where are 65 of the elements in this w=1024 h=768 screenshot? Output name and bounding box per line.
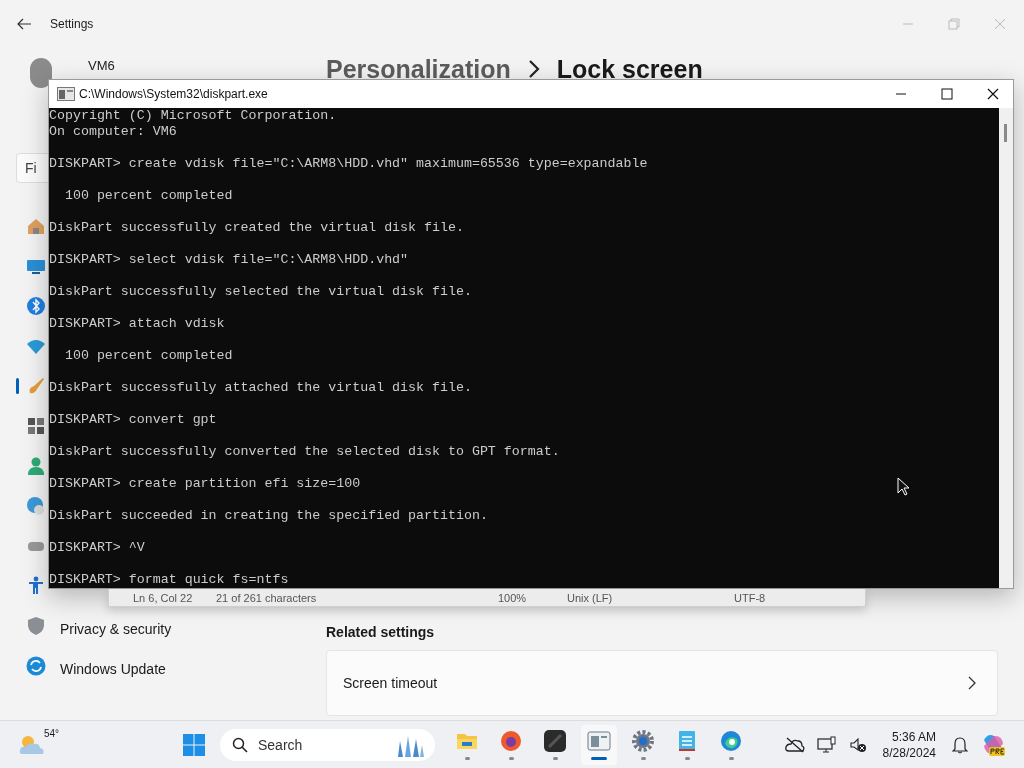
network-icon[interactable] <box>816 735 837 754</box>
edge-icon <box>719 729 743 753</box>
console-line: Copyright (C) Microsoft Corporation. <box>49 108 337 124</box>
maximize-icon[interactable] <box>941 88 953 100</box>
status-text: Unix (LF) <box>567 591 614 604</box>
console-line: 100 percent completed <box>63 188 233 204</box>
search-bar[interactable]: Search <box>220 728 435 761</box>
status-text: UTF-8 <box>734 591 766 604</box>
temperature-text: 54° <box>44 727 60 739</box>
breadcrumb-link[interactable]: Personalization <box>326 56 511 82</box>
home-icon[interactable] <box>26 216 46 236</box>
gear-icon <box>631 729 655 753</box>
close-icon[interactable] <box>987 88 999 100</box>
scrollbar[interactable] <box>999 108 1013 588</box>
search-input[interactable]: Search <box>256 735 395 754</box>
user-name: VM6 <box>88 58 115 73</box>
status-text: 100% <box>498 591 528 604</box>
console-line: DiskPart successfully converted the selected disk to GPT format. <box>49 444 560 460</box>
settings-card[interactable]: Screen timeout <box>326 650 998 716</box>
back-icon[interactable] <box>17 18 31 30</box>
chevron-icon <box>967 676 977 690</box>
avatar <box>30 58 52 88</box>
bell-icon[interactable] <box>952 735 968 754</box>
globe-clock-icon[interactable] <box>26 496 46 516</box>
update-icon <box>26 656 46 676</box>
scroll-thumb[interactable] <box>1004 124 1007 142</box>
clock[interactable]: 5:36 AM 8/28/2024 <box>882 728 936 761</box>
console-line: DISKPART> create partition efi size=100 <box>49 476 361 492</box>
window-app-icon <box>587 729 611 753</box>
person-icon[interactable] <box>26 456 46 476</box>
page-title: Lock screen <box>556 56 703 82</box>
search-field[interactable]: Fi <box>16 153 48 183</box>
shield-icon <box>26 616 46 636</box>
console-line: DISKPART> create vdisk file="C:\ARM8\HDD.vhd" maximum=65536 type=expandable <box>49 156 648 172</box>
console-line: DISKPART> convert gpt <box>49 412 217 428</box>
app-icon <box>57 87 75 101</box>
start-icon[interactable] <box>182 732 206 757</box>
status-text: Ln 6, Col 22 <box>133 591 194 604</box>
accessibility-icon[interactable] <box>26 576 46 596</box>
section-heading: Related settings <box>326 624 436 640</box>
dark-app-icon <box>543 729 567 753</box>
console-line: DISKPART> attach vdisk <box>49 316 225 332</box>
search-icon <box>232 736 248 753</box>
firefox-icon <box>499 729 523 753</box>
console-line: DiskPart successfully attached the virtual disk file. <box>49 380 472 396</box>
console-line: On computer: VM6 <box>49 124 177 140</box>
speaker-muted-icon[interactable] <box>848 736 867 753</box>
cursor-icon <box>897 477 909 496</box>
apps-icon[interactable] <box>26 416 46 436</box>
sidebar-item[interactable]: Privacy & security <box>0 606 300 646</box>
taskbar-app[interactable] <box>581 724 617 765</box>
sidebar-item[interactable]: Windows Update <box>0 646 300 686</box>
console-line: DiskPart successfully selected the virtual disk file. <box>49 284 472 300</box>
chevron-icon <box>526 59 541 79</box>
bluetooth-icon[interactable] <box>26 296 46 316</box>
console-line: 100 percent completed <box>63 348 233 364</box>
console-line: DiskPart successfully created the virtual disk file. <box>49 220 464 236</box>
console-line: DISKPART> select vdisk file="C:\ARM8\HDD.vhd" <box>49 252 409 268</box>
window-title: Settings <box>50 17 94 31</box>
status-text: 21 of 261 characters <box>216 591 318 604</box>
console-line: DISKPART> format quick fs=ntfs <box>49 572 289 588</box>
console-line: DISKPART> ^V <box>49 540 145 556</box>
window-title: C:\Windows\System32\diskpart.exe <box>79 87 268 101</box>
cloud-off-icon[interactable] <box>784 736 805 753</box>
console-line: DiskPart succeeded in creating the specified partition. <box>49 508 488 524</box>
